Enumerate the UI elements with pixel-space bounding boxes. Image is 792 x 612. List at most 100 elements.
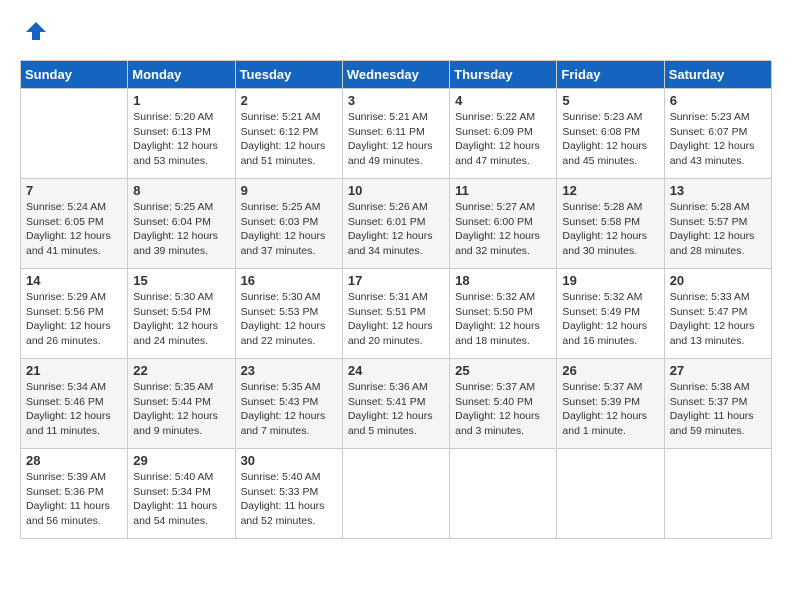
day-info: Sunrise: 5:36 AM Sunset: 5:41 PM Dayligh… [348,380,444,439]
day-cell: 29 Sunrise: 5:40 AM Sunset: 5:34 PM Dayl… [128,449,235,539]
weekday-header-thursday: Thursday [450,61,557,89]
weekday-header-saturday: Saturday [664,61,771,89]
day-number: 29 [133,453,229,468]
day-info: Sunrise: 5:24 AM Sunset: 6:05 PM Dayligh… [26,200,122,259]
day-number: 10 [348,183,444,198]
weekday-header-row: SundayMondayTuesdayWednesdayThursdayFrid… [21,61,772,89]
weekday-header-tuesday: Tuesday [235,61,342,89]
day-cell [664,449,771,539]
day-info: Sunrise: 5:37 AM Sunset: 5:40 PM Dayligh… [455,380,551,439]
day-cell: 26 Sunrise: 5:37 AM Sunset: 5:39 PM Dayl… [557,359,664,449]
day-number: 30 [241,453,337,468]
day-cell: 17 Sunrise: 5:31 AM Sunset: 5:51 PM Dayl… [342,269,449,359]
weekday-header-friday: Friday [557,61,664,89]
day-number: 25 [455,363,551,378]
day-number: 2 [241,93,337,108]
day-number: 8 [133,183,229,198]
day-cell: 22 Sunrise: 5:35 AM Sunset: 5:44 PM Dayl… [128,359,235,449]
day-cell: 21 Sunrise: 5:34 AM Sunset: 5:46 PM Dayl… [21,359,128,449]
week-row-5: 28 Sunrise: 5:39 AM Sunset: 5:36 PM Dayl… [21,449,772,539]
day-number: 17 [348,273,444,288]
day-info: Sunrise: 5:23 AM Sunset: 6:07 PM Dayligh… [670,110,766,169]
day-cell: 27 Sunrise: 5:38 AM Sunset: 5:37 PM Dayl… [664,359,771,449]
day-cell: 3 Sunrise: 5:21 AM Sunset: 6:11 PM Dayli… [342,89,449,179]
day-number: 6 [670,93,766,108]
day-cell: 10 Sunrise: 5:26 AM Sunset: 6:01 PM Dayl… [342,179,449,269]
day-number: 21 [26,363,122,378]
day-info: Sunrise: 5:22 AM Sunset: 6:09 PM Dayligh… [455,110,551,169]
day-info: Sunrise: 5:31 AM Sunset: 5:51 PM Dayligh… [348,290,444,349]
day-cell [342,449,449,539]
week-row-2: 7 Sunrise: 5:24 AM Sunset: 6:05 PM Dayli… [21,179,772,269]
day-number: 23 [241,363,337,378]
day-cell: 23 Sunrise: 5:35 AM Sunset: 5:43 PM Dayl… [235,359,342,449]
day-info: Sunrise: 5:30 AM Sunset: 5:53 PM Dayligh… [241,290,337,349]
weekday-header-monday: Monday [128,61,235,89]
day-info: Sunrise: 5:28 AM Sunset: 5:57 PM Dayligh… [670,200,766,259]
day-cell: 30 Sunrise: 5:40 AM Sunset: 5:33 PM Dayl… [235,449,342,539]
day-number: 24 [348,363,444,378]
day-cell: 25 Sunrise: 5:37 AM Sunset: 5:40 PM Dayl… [450,359,557,449]
day-cell: 28 Sunrise: 5:39 AM Sunset: 5:36 PM Dayl… [21,449,128,539]
day-number: 9 [241,183,337,198]
day-cell: 9 Sunrise: 5:25 AM Sunset: 6:03 PM Dayli… [235,179,342,269]
day-info: Sunrise: 5:35 AM Sunset: 5:44 PM Dayligh… [133,380,229,439]
day-number: 22 [133,363,229,378]
day-cell: 24 Sunrise: 5:36 AM Sunset: 5:41 PM Dayl… [342,359,449,449]
day-info: Sunrise: 5:30 AM Sunset: 5:54 PM Dayligh… [133,290,229,349]
day-info: Sunrise: 5:35 AM Sunset: 5:43 PM Dayligh… [241,380,337,439]
day-cell [450,449,557,539]
day-number: 26 [562,363,658,378]
day-number: 28 [26,453,122,468]
day-info: Sunrise: 5:23 AM Sunset: 6:08 PM Dayligh… [562,110,658,169]
day-number: 4 [455,93,551,108]
day-info: Sunrise: 5:25 AM Sunset: 6:03 PM Dayligh… [241,200,337,259]
day-cell: 11 Sunrise: 5:27 AM Sunset: 6:00 PM Dayl… [450,179,557,269]
week-row-3: 14 Sunrise: 5:29 AM Sunset: 5:56 PM Dayl… [21,269,772,359]
day-cell [21,89,128,179]
day-info: Sunrise: 5:25 AM Sunset: 6:04 PM Dayligh… [133,200,229,259]
day-info: Sunrise: 5:20 AM Sunset: 6:13 PM Dayligh… [133,110,229,169]
day-info: Sunrise: 5:26 AM Sunset: 6:01 PM Dayligh… [348,200,444,259]
day-info: Sunrise: 5:40 AM Sunset: 5:33 PM Dayligh… [241,470,337,529]
weekday-header-wednesday: Wednesday [342,61,449,89]
day-cell [557,449,664,539]
logo-icon [24,20,48,44]
day-number: 18 [455,273,551,288]
day-number: 15 [133,273,229,288]
day-number: 11 [455,183,551,198]
day-cell: 1 Sunrise: 5:20 AM Sunset: 6:13 PM Dayli… [128,89,235,179]
day-cell: 4 Sunrise: 5:22 AM Sunset: 6:09 PM Dayli… [450,89,557,179]
day-cell: 15 Sunrise: 5:30 AM Sunset: 5:54 PM Dayl… [128,269,235,359]
logo [20,20,48,44]
day-number: 1 [133,93,229,108]
day-info: Sunrise: 5:21 AM Sunset: 6:12 PM Dayligh… [241,110,337,169]
calendar-table: SundayMondayTuesdayWednesdayThursdayFrid… [20,60,772,539]
day-cell: 12 Sunrise: 5:28 AM Sunset: 5:58 PM Dayl… [557,179,664,269]
day-info: Sunrise: 5:21 AM Sunset: 6:11 PM Dayligh… [348,110,444,169]
day-number: 12 [562,183,658,198]
day-info: Sunrise: 5:32 AM Sunset: 5:50 PM Dayligh… [455,290,551,349]
day-cell: 19 Sunrise: 5:32 AM Sunset: 5:49 PM Dayl… [557,269,664,359]
day-info: Sunrise: 5:34 AM Sunset: 5:46 PM Dayligh… [26,380,122,439]
page-header [20,20,772,44]
day-cell: 14 Sunrise: 5:29 AM Sunset: 5:56 PM Dayl… [21,269,128,359]
day-cell: 8 Sunrise: 5:25 AM Sunset: 6:04 PM Dayli… [128,179,235,269]
day-number: 16 [241,273,337,288]
day-info: Sunrise: 5:33 AM Sunset: 5:47 PM Dayligh… [670,290,766,349]
week-row-4: 21 Sunrise: 5:34 AM Sunset: 5:46 PM Dayl… [21,359,772,449]
day-info: Sunrise: 5:32 AM Sunset: 5:49 PM Dayligh… [562,290,658,349]
day-cell: 6 Sunrise: 5:23 AM Sunset: 6:07 PM Dayli… [664,89,771,179]
day-number: 7 [26,183,122,198]
day-cell: 18 Sunrise: 5:32 AM Sunset: 5:50 PM Dayl… [450,269,557,359]
day-number: 19 [562,273,658,288]
day-number: 20 [670,273,766,288]
day-number: 13 [670,183,766,198]
day-info: Sunrise: 5:39 AM Sunset: 5:36 PM Dayligh… [26,470,122,529]
day-cell: 5 Sunrise: 5:23 AM Sunset: 6:08 PM Dayli… [557,89,664,179]
day-info: Sunrise: 5:40 AM Sunset: 5:34 PM Dayligh… [133,470,229,529]
day-cell: 16 Sunrise: 5:30 AM Sunset: 5:53 PM Dayl… [235,269,342,359]
day-number: 27 [670,363,766,378]
day-number: 3 [348,93,444,108]
day-cell: 20 Sunrise: 5:33 AM Sunset: 5:47 PM Dayl… [664,269,771,359]
